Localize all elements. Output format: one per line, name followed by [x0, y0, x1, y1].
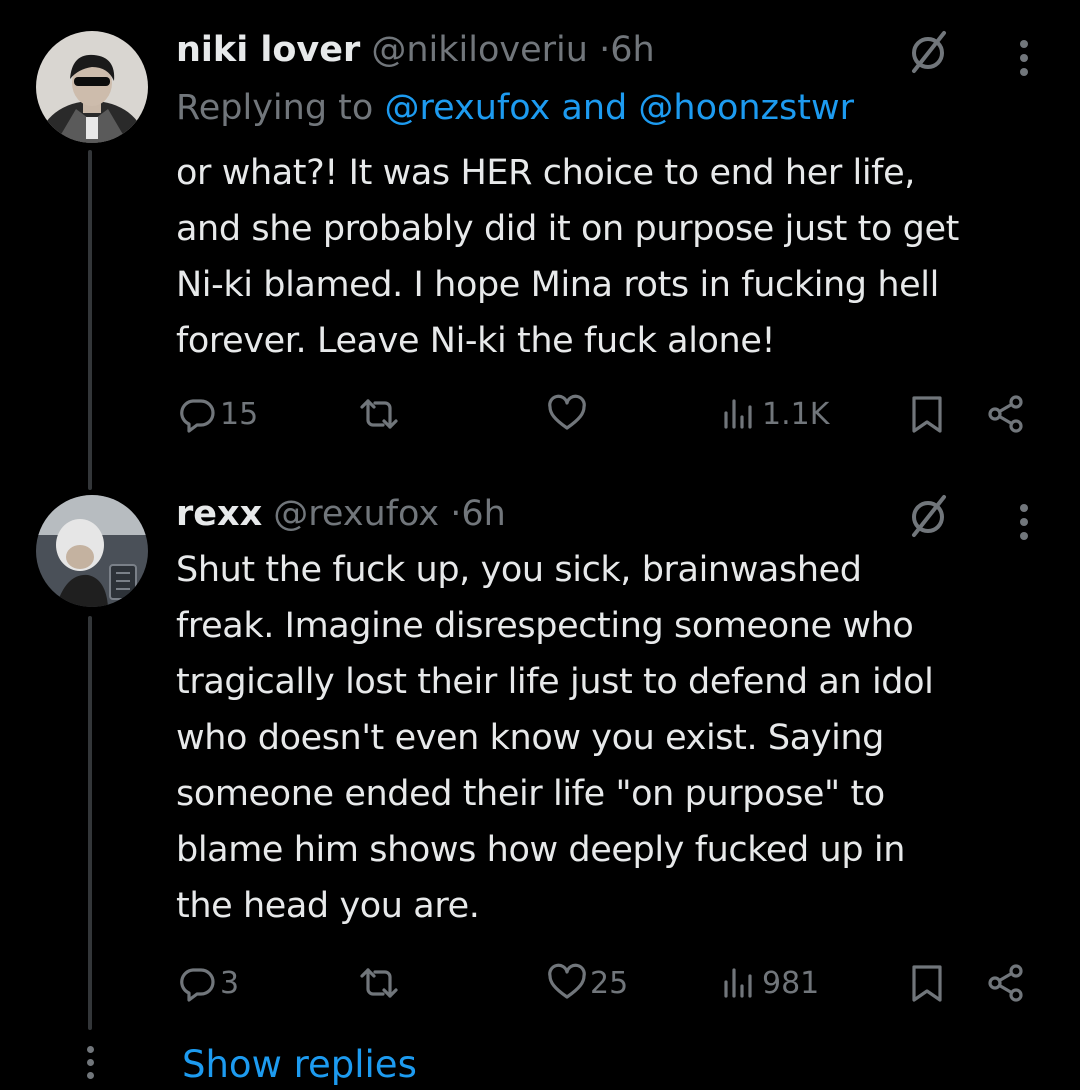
share-button[interactable]	[985, 958, 1027, 1008]
more-icon[interactable]	[1017, 500, 1031, 544]
replying-and: and	[561, 88, 628, 128]
repost-icon	[360, 399, 398, 429]
like-button[interactable]: 25	[546, 958, 628, 1008]
mention-link[interactable]: @hoonzstwr	[638, 88, 854, 128]
timestamp[interactable]: 6h	[610, 30, 654, 70]
bookmark-button[interactable]	[906, 389, 948, 439]
reply-icon	[180, 968, 215, 1002]
tweet-text: Shut the fuck up, you sick, brainwashed …	[176, 550, 934, 926]
thread-line	[88, 150, 92, 490]
tweet-text: or what?! It was HER choice to end her l…	[176, 153, 959, 361]
handle[interactable]: @rexufox	[273, 494, 439, 534]
tweet-header: niki lover @nikiloveriu ·6h	[176, 28, 655, 72]
view-count: 1.1K	[762, 396, 830, 432]
views-button[interactable]: 1.1K	[718, 389, 829, 439]
reply-icon	[180, 399, 215, 433]
display-name[interactable]: rexx	[176, 494, 262, 534]
separator: ·	[599, 30, 611, 70]
reply-button[interactable]: 15	[176, 389, 258, 439]
action-bar: 15 1.1K	[0, 389, 1080, 439]
separator: ·	[450, 494, 462, 534]
replying-prefix: Replying to	[176, 88, 374, 128]
views-icon	[724, 399, 752, 429]
avatar[interactable]	[36, 31, 148, 143]
view-count: 981	[762, 965, 820, 1001]
like-icon	[548, 963, 586, 999]
share-icon	[988, 964, 1023, 1002]
display-name[interactable]: niki lover	[176, 30, 360, 70]
reply-button[interactable]: 3	[176, 958, 239, 1008]
bookmark-button[interactable]	[906, 958, 948, 1008]
like-button[interactable]	[546, 389, 590, 439]
more-icon[interactable]	[1017, 36, 1031, 80]
avatar[interactable]	[36, 495, 148, 607]
show-replies-link[interactable]: Show replies	[182, 1040, 417, 1090]
thread-dots-icon	[84, 1046, 96, 1085]
views-button[interactable]: 981	[718, 958, 819, 1008]
like-count: 25	[590, 965, 629, 1001]
action-bar: 3 25 981	[0, 958, 1080, 1008]
share-icon	[988, 395, 1023, 433]
mention-link[interactable]: @rexufox	[384, 88, 550, 128]
reply-count: 3	[220, 965, 240, 1001]
repost-button[interactable]	[358, 389, 402, 439]
views-icon	[724, 968, 752, 998]
tweet[interactable]: niki lover @nikiloveriu ·6h Replying to …	[0, 0, 1080, 490]
grok-icon[interactable]	[904, 491, 954, 541]
repost-button[interactable]	[358, 958, 402, 1008]
timestamp[interactable]: 6h	[461, 494, 505, 534]
replying-to: Replying to @rexufox and @hoonzstwr	[176, 86, 854, 130]
tweet[interactable]: rexx @rexufox ·6h Shut the fuck up, you …	[0, 470, 1080, 1030]
reply-count: 15	[220, 396, 259, 432]
bookmark-icon	[912, 396, 942, 433]
grok-icon[interactable]	[904, 27, 954, 77]
repost-icon	[360, 968, 398, 998]
bookmark-icon	[912, 965, 942, 1002]
share-button[interactable]	[985, 389, 1027, 439]
handle[interactable]: @nikiloveriu	[371, 30, 588, 70]
tweet-header: rexx @rexufox ·6h	[176, 492, 506, 536]
like-icon	[548, 394, 586, 430]
